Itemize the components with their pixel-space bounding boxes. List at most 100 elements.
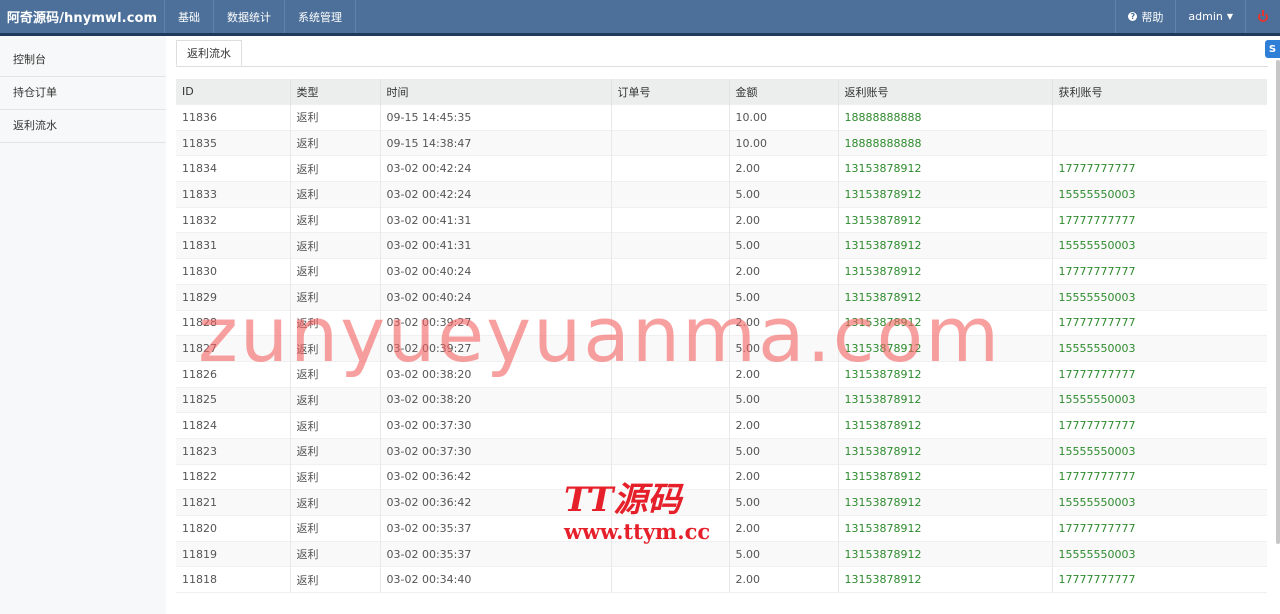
- user-menu[interactable]: admin ▼: [1175, 0, 1245, 33]
- col-type-header[interactable]: 类型: [290, 79, 381, 105]
- col-id-cell: 11821: [176, 489, 291, 516]
- col-profit-account-cell: 15555550003: [1052, 181, 1267, 208]
- col-type-cell: 返利: [290, 412, 381, 439]
- sidebar-item-rebate-flow[interactable]: 返利流水: [0, 110, 166, 143]
- table-row[interactable]: 11833 返利 03-02 00:42:24 5.00 13153878912 1555…: [176, 181, 1267, 208]
- nav-statistics[interactable]: 数据统计: [214, 0, 285, 33]
- col-time-cell: 03-02 00:40:24: [380, 258, 612, 285]
- col-id-cell: 11822: [176, 463, 291, 490]
- col-id-cell: 11826: [176, 360, 291, 388]
- col-rebate-account-cell: 13153878912: [838, 412, 1053, 439]
- col-profit-account-cell: 15555550003: [1052, 283, 1267, 310]
- col-type-cell: 返利: [290, 386, 381, 413]
- col-id-cell: 11828: [176, 309, 291, 336]
- col-type-cell: 返利: [290, 515, 381, 542]
- table-container: ID 类型 时间 订单号 金额 返利账号 获利账号 11836 返利 09-15 14:45:3…: [176, 79, 1267, 593]
- col-rebate-account-cell: 18888888888: [838, 129, 1053, 156]
- col-type-cell: 返利: [290, 181, 381, 208]
- col-profit-account-cell: 15555550003: [1052, 437, 1267, 465]
- col-profit-account-cell: 17777777777: [1052, 206, 1267, 233]
- col-time-cell: 03-02 00:42:24: [380, 181, 612, 208]
- col-amount-cell: 2.00: [729, 258, 839, 285]
- col-profit-account-cell: 15555550003: [1052, 386, 1267, 413]
- col-type-cell: 返利: [290, 283, 381, 310]
- col-order-header[interactable]: 订单号: [611, 79, 730, 105]
- sidebar-item-positions[interactable]: 持仓订单: [0, 77, 166, 110]
- table-row[interactable]: 11832 返利 03-02 00:41:31 2.00 13153878912 1777…: [176, 206, 1267, 233]
- col-profit-account-cell: 17777777777: [1052, 155, 1267, 182]
- col-rebate-account-cell: 13153878912: [838, 360, 1053, 388]
- col-amount-cell: 2.00: [729, 360, 839, 388]
- col-time-cell: 03-02 00:39:27: [380, 309, 612, 336]
- table-row[interactable]: 11827 返利 03-02 00:39:27 5.00 13153878912 1555…: [176, 335, 1267, 362]
- col-amount-cell: 2.00: [729, 463, 839, 490]
- table-row[interactable]: 11835 返利 09-15 14:38:47 10.00 18888888888: [176, 129, 1267, 156]
- table-row[interactable]: 11825 返利 03-02 00:38:20 5.00 13153878912 1555…: [176, 386, 1267, 413]
- col-profit-account-cell: 17777777777: [1052, 258, 1267, 285]
- table-row[interactable]: 11829 返利 03-02 00:40:24 5.00 13153878912 1555…: [176, 283, 1267, 310]
- col-type-cell: 返利: [290, 360, 381, 388]
- table-row[interactable]: 11822 返利 03-02 00:36:42 2.00 13153878912 1777…: [176, 463, 1267, 490]
- nav-basic[interactable]: 基础: [165, 0, 214, 33]
- col-id-cell: 11829: [176, 283, 291, 310]
- table-row[interactable]: 11824 返利 03-02 00:37:30 2.00 13153878912 1777…: [176, 412, 1267, 439]
- col-order-cell: [611, 309, 730, 336]
- col-time-cell: 03-02 00:37:30: [380, 437, 612, 465]
- sidebar-item-dashboard[interactable]: 控制台: [0, 44, 166, 77]
- col-rebate-account-cell: 13153878912: [838, 309, 1053, 336]
- col-rebate-account-cell: 13153878912: [838, 155, 1053, 182]
- help-label: 帮助: [1141, 10, 1164, 24]
- col-order-cell: [611, 104, 730, 131]
- col-id-cell: 11818: [176, 566, 291, 593]
- col-type-cell: 返利: [290, 309, 381, 336]
- col-amount-cell: 10.00: [729, 129, 839, 156]
- col-amount-header[interactable]: 金额: [729, 79, 839, 105]
- col-profit-account-header[interactable]: 获利账号: [1052, 79, 1267, 105]
- logout-button[interactable]: [1245, 0, 1280, 33]
- col-order-cell: [611, 360, 730, 388]
- scrollbar[interactable]: [1276, 60, 1280, 544]
- tab-rebate-flow[interactable]: 返利流水: [176, 40, 242, 66]
- table-row[interactable]: 11836 返利 09-15 14:45:35 10.00 18888888888: [176, 104, 1267, 131]
- col-time-cell: 03-02 00:36:42: [380, 463, 612, 490]
- nav-system-management[interactable]: 系统管理: [285, 0, 356, 33]
- table-row[interactable]: 11823 返利 03-02 00:37:30 5.00 13153878912 1555…: [176, 437, 1267, 465]
- col-order-cell: [611, 566, 730, 593]
- col-id-cell: 11819: [176, 540, 291, 567]
- side-float-button[interactable]: S: [1265, 40, 1280, 58]
- col-time-cell: 03-02 00:35:37: [380, 515, 612, 542]
- table-row[interactable]: 11819 返利 03-02 00:35:37 5.00 13153878912 1555…: [176, 540, 1267, 567]
- col-amount-cell: 5.00: [729, 386, 839, 413]
- tab-bar: 返利流水: [176, 40, 1268, 67]
- col-rebate-account-cell: 13153878912: [838, 437, 1053, 465]
- col-rebate-account-cell: 13153878912: [838, 386, 1053, 413]
- col-order-cell: [611, 129, 730, 156]
- col-rebate-account-cell: 13153878912: [838, 463, 1053, 490]
- table-row[interactable]: 11826 返利 03-02 00:38:20 2.00 13153878912 1777…: [176, 360, 1267, 388]
- col-rebate-account-cell: 13153878912: [838, 566, 1053, 593]
- brand-logo[interactable]: 阿奇源码/hnymwl.com: [0, 0, 165, 33]
- col-time-cell: 03-02 00:42:24: [380, 155, 612, 182]
- col-profit-account-cell: 17777777777: [1052, 515, 1267, 542]
- col-order-cell: [611, 437, 730, 465]
- col-rebate-account-cell: 13153878912: [838, 232, 1053, 259]
- table-row[interactable]: 11820 返利 03-02 00:35:37 2.00 13153878912 1777…: [176, 515, 1267, 542]
- col-id-header[interactable]: ID: [176, 79, 291, 105]
- col-type-cell: 返利: [290, 437, 381, 465]
- col-profit-account-cell: 17777777777: [1052, 566, 1267, 593]
- table-row[interactable]: 11831 返利 03-02 00:41:31 5.00 13153878912 1555…: [176, 232, 1267, 259]
- col-time-cell: 03-02 00:38:20: [380, 386, 612, 413]
- col-time-header[interactable]: 时间: [380, 79, 612, 105]
- col-type-cell: 返利: [290, 566, 381, 593]
- col-order-cell: [611, 489, 730, 516]
- table-row[interactable]: 11821 返利 03-02 00:36:42 5.00 13153878912 1555…: [176, 489, 1267, 516]
- help-button[interactable]: ? 帮助: [1115, 0, 1175, 33]
- col-profit-account-cell: 17777777777: [1052, 360, 1267, 388]
- col-rebate-account-cell: 13153878912: [838, 181, 1053, 208]
- table-row[interactable]: 11830 返利 03-02 00:40:24 2.00 13153878912 1777…: [176, 258, 1267, 285]
- col-rebate-account-header[interactable]: 返利账号: [838, 79, 1053, 105]
- table-row[interactable]: 11834 返利 03-02 00:42:24 2.00 13153878912 1777…: [176, 155, 1267, 182]
- sidebar: 控制台 持仓订单 返利流水: [0, 36, 166, 614]
- table-row[interactable]: 11828 返利 03-02 00:39:27 2.00 13153878912 1777…: [176, 309, 1267, 336]
- table-row[interactable]: 11818 返利 03-02 00:34:40 2.00 13153878912 1777…: [176, 566, 1267, 593]
